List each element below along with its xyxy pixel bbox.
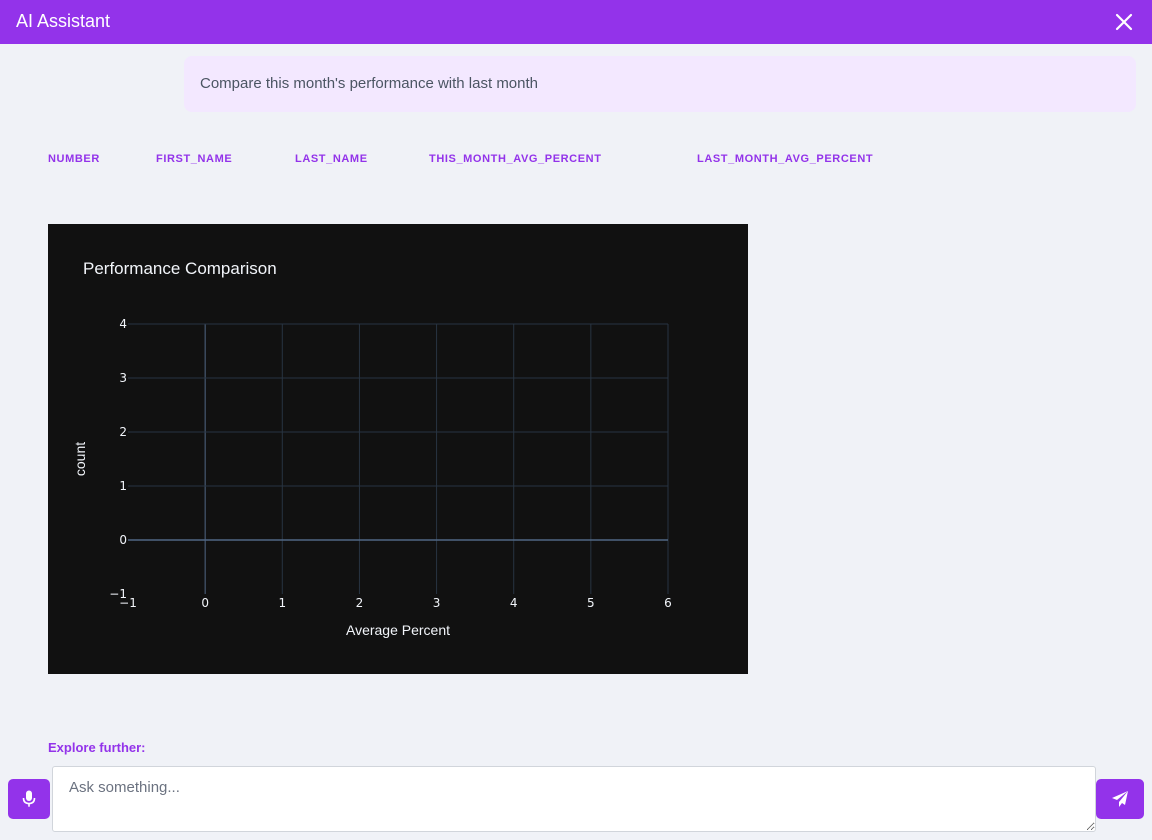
y-axis-label: count: [72, 442, 88, 476]
x-tick-label: 1: [278, 596, 286, 610]
y-tick-label: 4: [119, 317, 127, 331]
column-header-last-name: LAST_NAME: [295, 153, 368, 165]
performance-chart: Performance Comparison −1 0 1 2 3 4 5 6 −1 0 1 2 3 4 …: [48, 224, 748, 674]
column-header-first-name: FIRST_NAME: [156, 153, 233, 165]
microphone-icon: [22, 790, 36, 807]
chart-svg: Performance Comparison −1 0 1 2 3 4 5 6−101234 …: [72, 259, 672, 638]
microphone-button[interactable]: [8, 779, 50, 819]
close-button[interactable]: [1112, 10, 1136, 34]
send-button[interactable]: [1096, 779, 1144, 819]
user-message-text: Compare this month's performance with la…: [200, 75, 539, 92]
x-tick-label: 2: [356, 596, 364, 610]
app-header: AI Assistant: [0, 0, 1152, 44]
x-tick-label: 0: [201, 596, 209, 610]
x-axis-label: Average Percent: [346, 622, 450, 638]
explore-further-label: Explore further:: [48, 740, 146, 755]
x-tick-label: 6: [664, 596, 672, 610]
column-header-this-month-avg-percent: THIS_MONTH_AVG_PERCENT: [429, 153, 602, 165]
column-header-number: NUMBER: [48, 153, 100, 165]
y-tick-label: 0: [119, 533, 127, 547]
x-tick-label: 3: [433, 596, 441, 610]
app-title: AI Assistant: [16, 11, 111, 31]
paper-plane-icon: [1112, 791, 1128, 807]
x-tick-label: 4: [510, 596, 518, 610]
chart-title: Performance Comparison: [83, 259, 277, 278]
chart-grid: [128, 323, 669, 594]
y-tick-label: 2: [119, 425, 127, 439]
y-tick-label: 1: [119, 479, 127, 493]
ask-input[interactable]: [52, 766, 1096, 832]
close-icon: [1115, 13, 1133, 31]
y-tick-label: 3: [119, 371, 127, 385]
x-tick-label: 5: [587, 596, 595, 610]
user-message-bubble: Compare this month's performance with la…: [184, 56, 1136, 112]
column-header-last-month-avg-percent: LAST_MONTH_AVG_PERCENT: [697, 153, 874, 165]
y-tick-label: −1: [109, 587, 127, 601]
chart-ticks: −1 0 1 2 3 4 5 6−101234: [109, 317, 672, 610]
